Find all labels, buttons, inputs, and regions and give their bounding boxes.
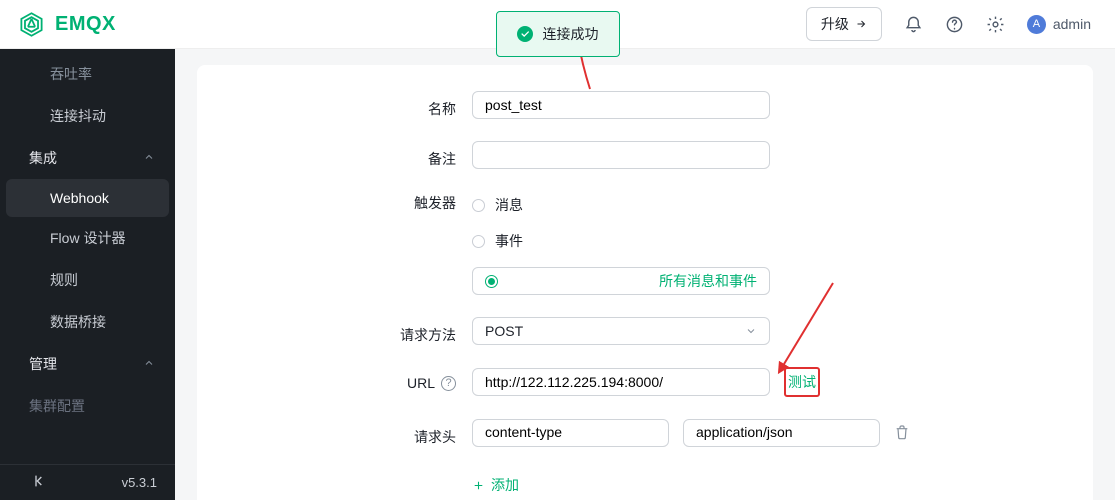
- brand-logo[interactable]: EMQX: [18, 11, 116, 38]
- help-icon[interactable]: [945, 15, 964, 34]
- sidebar-group-management[interactable]: 管理: [0, 343, 175, 385]
- add-header-button[interactable]: 添加: [472, 475, 519, 495]
- radio-dot-icon: [485, 275, 498, 288]
- name-input[interactable]: [472, 91, 770, 119]
- version-label: v5.3.1: [122, 475, 157, 490]
- collapse-sidebar-icon[interactable]: [32, 473, 48, 492]
- sidebar-group-label: 管理: [29, 354, 57, 374]
- radio-dot-icon: [472, 199, 485, 212]
- brand-name: EMQX: [55, 13, 116, 36]
- delete-header-icon[interactable]: [894, 424, 910, 443]
- sidebar-item-webhook[interactable]: Webhook: [6, 179, 169, 217]
- toast-success: 连接成功: [496, 11, 620, 57]
- url-label-text: URL: [407, 375, 435, 391]
- chevron-up-icon: [143, 150, 155, 166]
- test-connection-button[interactable]: 测试: [784, 367, 820, 397]
- sidebar-item-flow-designer[interactable]: Flow 设计器: [0, 217, 175, 259]
- radio-label: 消息: [495, 195, 523, 215]
- sidebar-item-rules[interactable]: 规则: [0, 259, 175, 301]
- user-name: admin: [1053, 16, 1091, 32]
- label-trigger: 触发器: [237, 191, 472, 213]
- header-key-input[interactable]: [472, 419, 669, 447]
- upgrade-label: 升级: [821, 14, 849, 34]
- sidebar-group-integration[interactable]: 集成: [0, 137, 175, 179]
- label-headers: 请求头: [237, 419, 472, 447]
- radio-trigger-event[interactable]: 事件: [472, 231, 770, 251]
- sidebar-item-data-bridge[interactable]: 数据桥接: [0, 301, 175, 343]
- sidebar-item-label: 集群配置: [29, 396, 85, 416]
- avatar: A: [1027, 15, 1046, 34]
- url-input[interactable]: [472, 368, 770, 396]
- sidebar-group-label: 集成: [29, 148, 57, 168]
- add-label: 添加: [491, 475, 519, 495]
- radio-trigger-message[interactable]: 消息: [472, 195, 770, 215]
- upgrade-button[interactable]: 升级: [806, 7, 882, 41]
- label-remark: 备注: [237, 141, 472, 169]
- label-url: URL ?: [237, 367, 472, 391]
- arrow-right-icon: [855, 18, 867, 30]
- plus-icon: [472, 479, 485, 492]
- radio-label: 所有消息和事件: [659, 271, 757, 291]
- settings-icon[interactable]: [986, 15, 1005, 34]
- radio-label: 事件: [495, 231, 523, 251]
- radio-trigger-all[interactable]: 所有消息和事件: [472, 267, 770, 295]
- label-name: 名称: [237, 91, 472, 119]
- sidebar-item-cluster-config[interactable]: 集群配置: [0, 385, 175, 427]
- header-value-input[interactable]: [683, 419, 880, 447]
- method-value: POST: [485, 323, 523, 339]
- chevron-down-icon: [745, 325, 757, 337]
- radio-dot-icon: [472, 235, 485, 248]
- info-icon[interactable]: ?: [441, 376, 456, 391]
- remark-input[interactable]: [472, 141, 770, 169]
- sidebar-item-flapping[interactable]: 连接抖动: [0, 95, 175, 137]
- user-menu[interactable]: A admin: [1027, 15, 1091, 34]
- check-circle-icon: [517, 26, 533, 42]
- sidebar-item-throughput[interactable]: 吞吐率: [0, 53, 175, 95]
- label-method: 请求方法: [237, 317, 472, 345]
- emqx-logo-icon: [18, 11, 45, 38]
- method-select[interactable]: POST: [472, 317, 770, 345]
- notifications-icon[interactable]: [904, 15, 923, 34]
- chevron-up-icon: [143, 356, 155, 372]
- toast-message: 连接成功: [543, 24, 599, 44]
